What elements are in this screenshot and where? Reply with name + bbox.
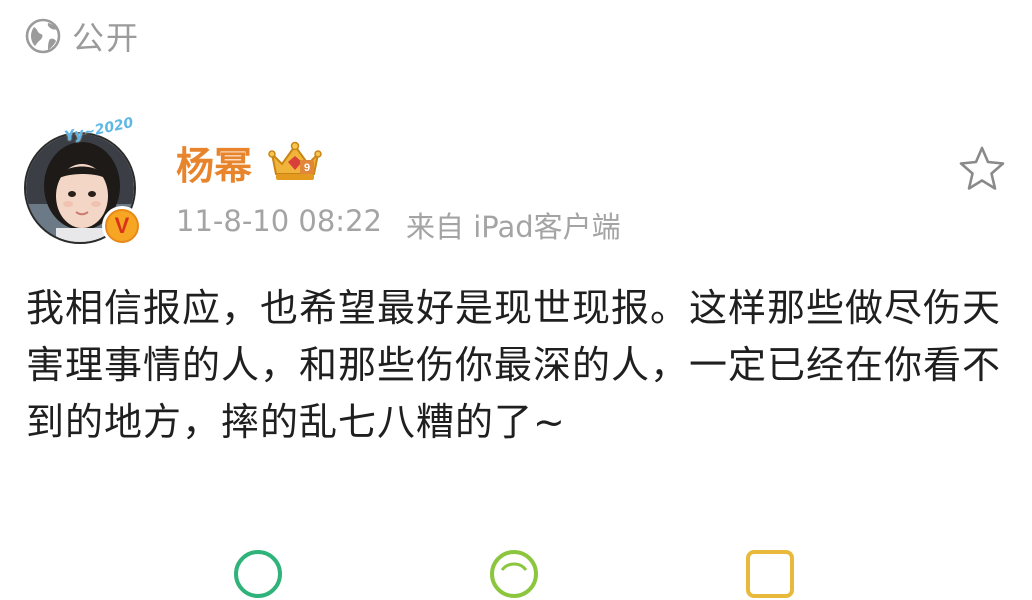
- svg-text:9: 9: [304, 162, 310, 174]
- author-avatar[interactable]: Yy~2020 V: [24, 115, 142, 246]
- author-row: 杨幂 9: [176, 136, 324, 188]
- visibility-indicator[interactable]: 公开: [24, 14, 140, 58]
- comment-icon[interactable]: [488, 548, 540, 600]
- globe-icon: [25, 18, 61, 54]
- post-timestamp: 11-8-10 08:22: [176, 204, 382, 238]
- post-content: 我相信报应，也希望最好是现世现报。这样那些做尽伤天害理事情的人，和那些伤你最深的…: [26, 286, 1002, 444]
- crown-badge-icon[interactable]: 9: [266, 140, 324, 184]
- star-icon[interactable]: [956, 144, 1008, 194]
- author-name[interactable]: 杨幂: [176, 135, 252, 190]
- visibility-label: 公开: [72, 19, 141, 57]
- post-source: 来自 iPad客户端: [405, 210, 621, 244]
- verified-mark: V: [105, 209, 139, 243]
- like-icon[interactable]: [744, 548, 796, 600]
- verified-badge-icon: V: [102, 206, 142, 246]
- post-meta: 11-8-10 08:22 来自 iPad客户端: [176, 204, 621, 246]
- repost-icon[interactable]: [232, 548, 284, 600]
